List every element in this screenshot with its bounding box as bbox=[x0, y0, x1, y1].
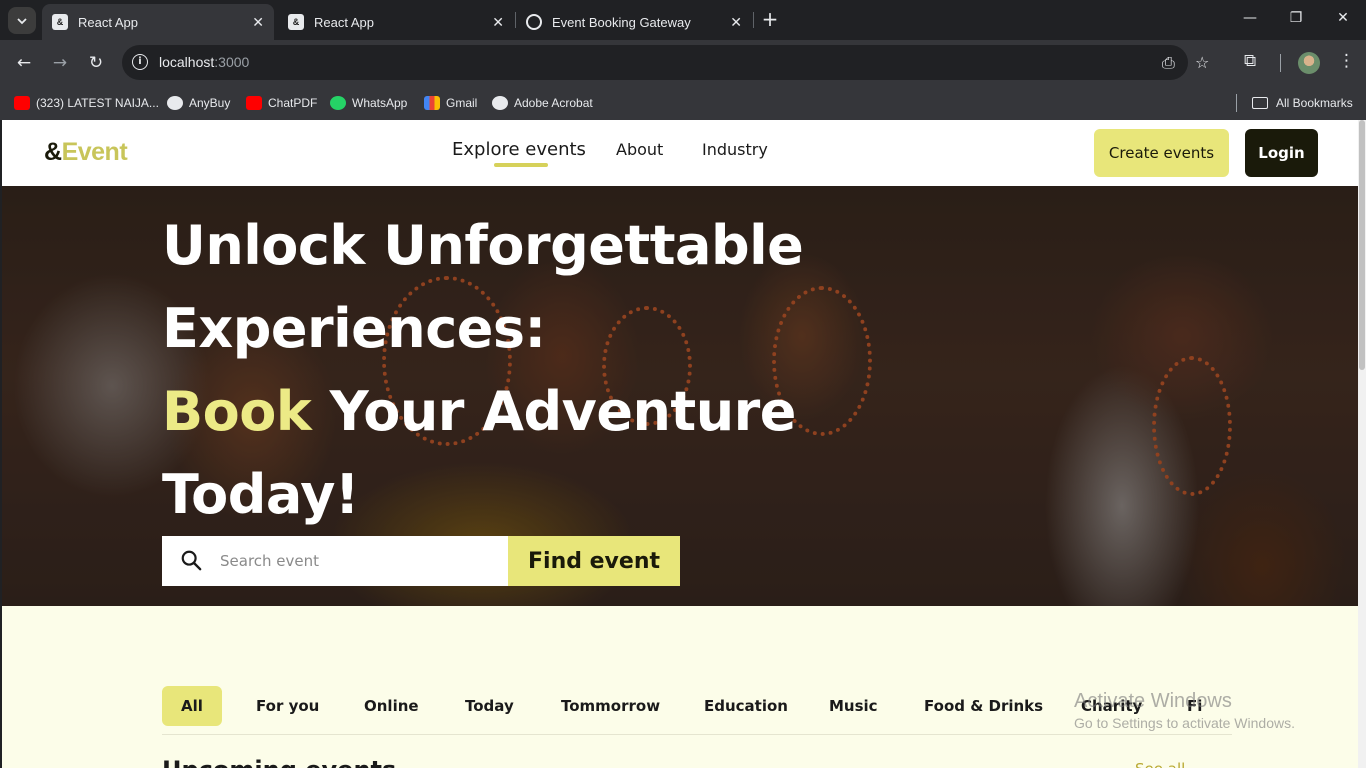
site-logo[interactable]: &Event bbox=[44, 138, 128, 167]
bookmark-label: Adobe Acrobat bbox=[514, 96, 593, 110]
bookmarks-divider bbox=[1236, 94, 1237, 112]
youtube-icon bbox=[246, 96, 262, 110]
browser-tab-3[interactable]: Event Booking Gateway ✕ bbox=[516, 4, 752, 40]
github-icon bbox=[167, 96, 183, 110]
bookmark-label: AnyBuy bbox=[189, 96, 231, 110]
bookmark-star-icon[interactable]: ☆ bbox=[1195, 53, 1209, 72]
address-url[interactable]: localhost:3000 bbox=[159, 54, 249, 70]
bookmarks-bar: (323) LATEST NAIJA... AnyBuy ChatPDF Wha… bbox=[0, 86, 1366, 120]
browser-toolbar: ← → ↻ i localhost:3000 ⎙ ☆ ⧉ ⋮ bbox=[0, 40, 1366, 86]
watermark-title: Activate Windows bbox=[1074, 690, 1232, 712]
logo-ampersand: & bbox=[44, 138, 62, 166]
category-online[interactable]: Online bbox=[364, 686, 419, 726]
create-events-button[interactable]: Create events bbox=[1094, 129, 1229, 177]
hero-banner: Unlock Unforgettable Experiences: Book Y… bbox=[2, 186, 1358, 606]
hero-heading-line-1: Unlock Unforgettable bbox=[162, 214, 804, 277]
forward-arrow-icon[interactable]: → bbox=[48, 51, 72, 75]
section-title: Upcoming events bbox=[162, 756, 396, 768]
hero-heading-line-3: Book Your Adventure bbox=[162, 380, 796, 443]
page-scrollbar[interactable] bbox=[1358, 120, 1366, 768]
login-button[interactable]: Login bbox=[1245, 129, 1318, 177]
gmail-icon bbox=[424, 96, 440, 110]
bookmark-label: ChatPDF bbox=[268, 96, 318, 110]
category-music[interactable]: Music bbox=[829, 686, 878, 726]
page-viewport: &Event Explore events About Industry Cre… bbox=[2, 120, 1358, 768]
tab-divider bbox=[753, 12, 754, 28]
restore-icon[interactable]: ❐ bbox=[1284, 10, 1308, 26]
category-today[interactable]: Today bbox=[465, 686, 514, 726]
category-food-drinks[interactable]: Food & Drinks bbox=[924, 686, 1043, 726]
back-arrow-icon[interactable]: ← bbox=[12, 51, 36, 75]
see-all-link[interactable]: See all bbox=[1135, 760, 1185, 768]
nav-explore-events[interactable]: Explore events bbox=[452, 139, 586, 160]
react-app-favicon-icon: & bbox=[52, 14, 68, 30]
scrollbar-thumb[interactable] bbox=[1359, 120, 1365, 370]
minimize-icon[interactable]: — bbox=[1238, 10, 1262, 26]
react-app-favicon-icon: & bbox=[288, 14, 304, 30]
close-icon[interactable]: ✕ bbox=[492, 14, 504, 31]
url-host: localhost bbox=[159, 54, 215, 70]
hero-heading-rest: Your Adventure bbox=[311, 380, 797, 443]
tab-title: Event Booking Gateway bbox=[552, 14, 691, 30]
tab-title: React App bbox=[78, 14, 138, 30]
bookmark-latest-naija[interactable]: (323) LATEST NAIJA... bbox=[14, 93, 159, 113]
window-close-icon[interactable]: ✕ bbox=[1331, 10, 1355, 26]
category-all[interactable]: All bbox=[162, 686, 222, 726]
url-port: :3000 bbox=[214, 54, 250, 70]
browser-tab-strip: & React App ✕ & React App ✕ Event Bookin… bbox=[0, 0, 1366, 40]
profile-avatar[interactable] bbox=[1298, 52, 1320, 74]
address-bar[interactable]: i localhost:3000 ⎙ ☆ bbox=[122, 45, 1209, 80]
close-icon[interactable]: ✕ bbox=[730, 14, 742, 31]
bookmark-adobe-acrobat[interactable]: Adobe Acrobat bbox=[492, 93, 593, 113]
bookmark-gmail[interactable]: Gmail bbox=[424, 93, 477, 113]
event-search-box bbox=[162, 536, 508, 586]
new-tab-button[interactable]: + bbox=[760, 8, 780, 32]
category-for-you[interactable]: For you bbox=[256, 686, 319, 726]
category-education[interactable]: Education bbox=[704, 686, 788, 726]
search-input[interactable] bbox=[220, 536, 500, 586]
nav-active-indicator bbox=[494, 163, 548, 167]
install-app-icon[interactable]: ⎙ bbox=[1162, 53, 1175, 73]
browser-tab-1[interactable]: & React App ✕ bbox=[42, 4, 274, 40]
all-bookmarks[interactable]: All Bookmarks bbox=[1252, 93, 1353, 113]
folder-icon bbox=[1252, 97, 1268, 109]
youtube-icon bbox=[14, 96, 30, 110]
bookmark-label: WhatsApp bbox=[352, 96, 408, 110]
site-info-icon[interactable]: i bbox=[132, 54, 148, 70]
bookmark-label: Gmail bbox=[446, 96, 478, 110]
whatsapp-icon bbox=[330, 96, 346, 110]
site-header: &Event Explore events About Industry Cre… bbox=[2, 120, 1358, 186]
nav-industry[interactable]: Industry bbox=[702, 140, 768, 159]
hero-highlight-word: Book bbox=[162, 380, 312, 443]
toolbar-divider bbox=[1280, 54, 1281, 72]
openai-favicon-icon bbox=[526, 14, 542, 30]
category-divider bbox=[162, 734, 1232, 735]
hero-heading-line-2: Experiences: bbox=[162, 297, 546, 360]
search-icon bbox=[181, 550, 202, 571]
close-icon[interactable]: ✕ bbox=[252, 14, 264, 31]
acrobat-icon bbox=[492, 96, 508, 110]
reload-icon[interactable]: ↻ bbox=[84, 51, 108, 75]
find-event-button[interactable]: Find event bbox=[508, 536, 680, 586]
tab-search-button[interactable] bbox=[8, 7, 36, 34]
activate-windows-watermark: Activate Windows Go to Settings to activ… bbox=[1074, 690, 1295, 731]
bookmark-whatsapp[interactable]: WhatsApp bbox=[330, 93, 407, 113]
kebab-menu-icon[interactable]: ⋮ bbox=[1338, 51, 1355, 71]
nav-about[interactable]: About bbox=[616, 140, 663, 159]
bookmark-chatpdf[interactable]: ChatPDF bbox=[246, 93, 317, 113]
bookmark-label: (323) LATEST NAIJA... bbox=[36, 96, 159, 110]
category-tommorrow[interactable]: Tommorrow bbox=[561, 686, 660, 726]
chevron-down-icon bbox=[17, 17, 27, 24]
tab-title: React App bbox=[314, 14, 374, 30]
all-bookmarks-label: All Bookmarks bbox=[1276, 96, 1353, 110]
extensions-puzzle-icon[interactable]: ⧉ bbox=[1244, 51, 1256, 71]
hero-heading-line-4: Today! bbox=[162, 463, 360, 526]
browser-tab-2[interactable]: & React App ✕ bbox=[278, 4, 514, 40]
watermark-subtitle: Go to Settings to activate Windows. bbox=[1074, 715, 1295, 731]
logo-text: Event bbox=[61, 138, 128, 166]
bookmark-anybuy[interactable]: AnyBuy bbox=[167, 93, 230, 113]
